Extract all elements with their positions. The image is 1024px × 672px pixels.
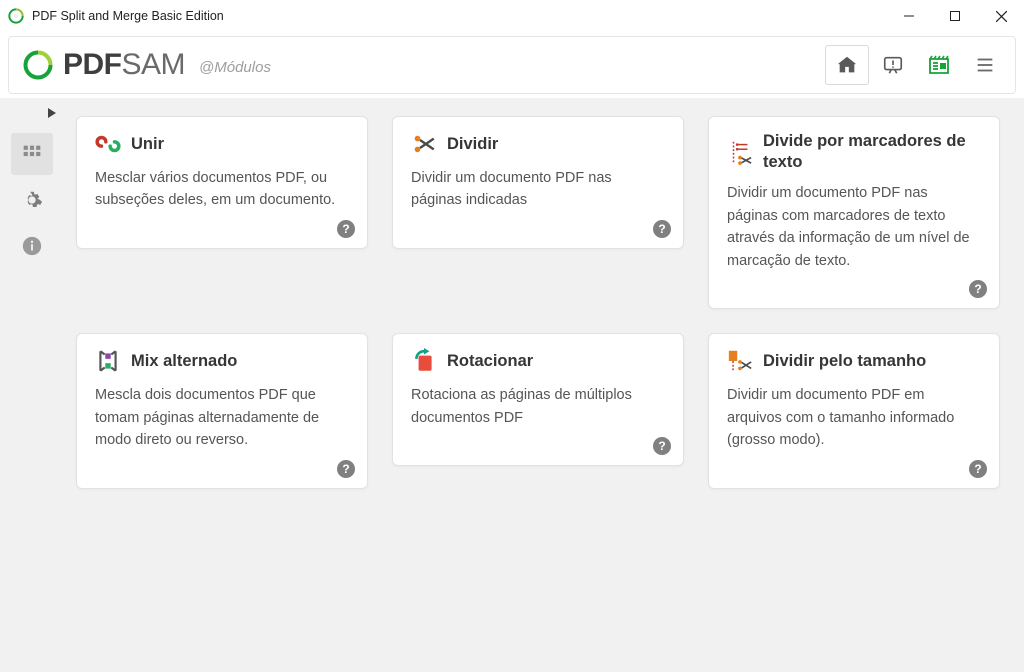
help-icon[interactable]: ? [969, 280, 987, 298]
card-title: Mix alternado [131, 351, 237, 372]
card-desc: Dividir um documento PDF nas páginas com… [727, 182, 981, 272]
news-button[interactable] [917, 45, 961, 85]
card-title: Rotacionar [447, 351, 533, 372]
minimize-button[interactable] [886, 0, 932, 32]
card-title: Dividir pelo tamanho [763, 351, 926, 372]
card-desc: Mesclar vários documentos PDF, ou subseç… [95, 167, 349, 212]
expand-sidebar-button[interactable] [48, 108, 56, 121]
card-desc: Dividir um documento PDF em arquivos com… [727, 384, 981, 451]
help-icon[interactable]: ? [969, 460, 987, 478]
close-button[interactable] [978, 0, 1024, 32]
merge-icon [95, 131, 121, 157]
rotate-icon [411, 348, 437, 374]
module-card-rotate[interactable]: Rotacionar Rotaciona as páginas de múlti… [392, 333, 684, 466]
help-icon[interactable]: ? [653, 220, 671, 238]
brand-sam: SAM [122, 48, 186, 81]
app-logo-icon [8, 8, 24, 24]
card-title: Divide por marcadores de texto [763, 131, 981, 172]
module-card-merge[interactable]: Unir Mesclar vários documentos PDF, ou s… [76, 116, 368, 249]
module-card-split-bookmarks[interactable]: Divide por marcadores de texto Dividir u… [708, 116, 1000, 309]
brand: PDFSAM @Módulos [23, 48, 271, 82]
card-desc: Mescla dois documentos PDF que tomam pág… [95, 384, 349, 451]
help-icon[interactable]: ? [653, 437, 671, 455]
home-button[interactable] [825, 45, 869, 85]
modules-grid: Unir Mesclar vários documentos PDF, ou s… [76, 116, 1000, 489]
module-card-split-size[interactable]: Dividir pelo tamanho Dividir um document… [708, 333, 1000, 488]
sidebar-modules-button[interactable] [11, 133, 53, 175]
top-toolbar: PDFSAM @Módulos [8, 36, 1016, 94]
scissors-size-icon [727, 348, 753, 374]
window-title: PDF Split and Merge Basic Edition [32, 9, 886, 23]
card-desc: Rotaciona as páginas de múltiplos docume… [411, 384, 665, 429]
brand-logo-icon [23, 50, 53, 80]
card-title: Dividir [447, 134, 498, 155]
brand-name: PDFSAM [63, 48, 185, 82]
card-title: Unir [131, 134, 164, 155]
brand-pdf: PDF [63, 48, 122, 81]
scissors-icon [411, 131, 437, 157]
maximize-button[interactable] [932, 0, 978, 32]
scissors-bookmark-icon [727, 139, 753, 165]
menu-button[interactable] [963, 45, 1007, 85]
help-icon[interactable]: ? [337, 460, 355, 478]
update-button[interactable] [871, 45, 915, 85]
sidebar [0, 98, 64, 672]
alt-mix-icon [95, 348, 121, 374]
help-icon[interactable]: ? [337, 220, 355, 238]
titlebar: PDF Split and Merge Basic Edition [0, 0, 1024, 32]
sidebar-settings-button[interactable] [11, 179, 53, 221]
card-desc: Dividir um documento PDF nas páginas ind… [411, 167, 665, 212]
sidebar-about-button[interactable] [11, 225, 53, 267]
module-card-split[interactable]: Dividir Dividir um documento PDF nas pág… [392, 116, 684, 249]
brand-subtitle: @Módulos [199, 59, 271, 82]
module-card-alt-mix[interactable]: Mix alternado Mescla dois documentos PDF… [76, 333, 368, 488]
